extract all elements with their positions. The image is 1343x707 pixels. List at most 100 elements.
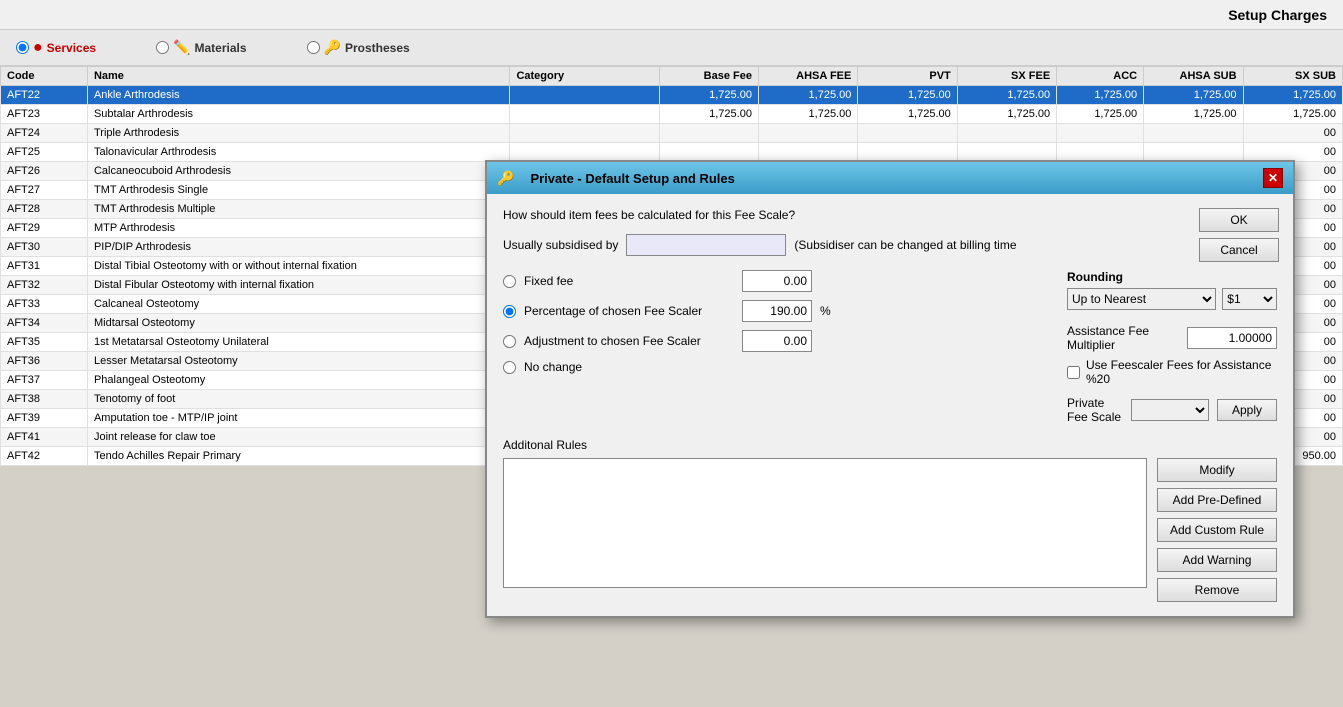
additional-rules-section: Additonal Rules Modify Add Pre-Defined A… <box>503 438 1277 602</box>
feescaler-checkbox[interactable] <box>1067 366 1080 379</box>
dialog-key-icon: 🔑 <box>497 170 514 187</box>
fee-scale-select[interactable] <box>1131 399 1209 421</box>
rounding-row: Up to Nearest Down to Nearest Round to N… <box>1067 288 1277 310</box>
table-cell: 1,725.00 <box>1243 105 1342 124</box>
table-row[interactable]: AFT25Talonavicular Arthrodesis00 <box>1 143 1343 162</box>
table-cell <box>510 86 659 105</box>
table-cell: AFT39 <box>1 409 88 428</box>
table-row[interactable]: AFT22Ankle Arthrodesis1,725.001,725.001,… <box>1 86 1343 105</box>
col-acc: ACC <box>1057 67 1144 86</box>
pct-sign: % <box>820 304 831 318</box>
assistance-input[interactable] <box>1187 327 1277 349</box>
dialog-overlay: 🔑 Private - Default Setup and Rules ✕ OK… <box>485 160 1295 618</box>
table-cell <box>1057 143 1144 162</box>
materials-radio-option[interactable]: ✏️ Materials <box>156 39 246 56</box>
table-cell: Ankle Arthrodesis <box>87 86 509 105</box>
add-predefined-button[interactable]: Add Pre-Defined <box>1157 488 1277 512</box>
adjustment-fee-radio[interactable] <box>503 335 516 348</box>
prostheses-radio-option[interactable]: 🔑 Prostheses <box>307 39 410 56</box>
table-cell: AFT31 <box>1 257 88 276</box>
table-cell <box>858 143 957 162</box>
table-cell: AFT23 <box>1 105 88 124</box>
percentage-fee-row: Percentage of chosen Fee Scaler % <box>503 300 1047 322</box>
subsidised-input[interactable] <box>626 234 786 256</box>
table-cell: 1,725.00 <box>659 86 758 105</box>
table-cell: 1,725.00 <box>758 86 857 105</box>
app-title: Setup Charges <box>1228 7 1327 23</box>
dialog-close-button[interactable]: ✕ <box>1263 168 1283 188</box>
remove-button[interactable]: Remove <box>1157 578 1277 602</box>
prostheses-radio[interactable] <box>307 41 320 54</box>
nochange-fee-row: No change <box>503 360 1047 374</box>
table-cell: AFT35 <box>1 333 88 352</box>
assistance-row: Assistance Fee Multiplier <box>1067 324 1277 352</box>
table-row[interactable]: AFT23Subtalar Arthrodesis1,725.001,725.0… <box>1 105 1343 124</box>
col-sx-sub: SX SUB <box>1243 67 1342 86</box>
col-base-fee: Base Fee <box>659 67 758 86</box>
table-cell: AFT26 <box>1 162 88 181</box>
rules-area-row: Modify Add Pre-Defined Add Custom Rule A… <box>503 458 1277 602</box>
dialog-title: Private - Default Setup and Rules <box>530 171 734 186</box>
modify-button[interactable]: Modify <box>1157 458 1277 482</box>
nochange-fee-radio[interactable] <box>503 361 516 374</box>
dialog-body: OK Cancel How should item fees be calcul… <box>487 194 1293 616</box>
table-cell: 1,725.00 <box>1243 86 1342 105</box>
percentage-fee-input[interactable] <box>742 300 812 322</box>
table-cell: 1,725.00 <box>858 86 957 105</box>
table-cell <box>858 124 957 143</box>
col-sx-fee: SX FEE <box>957 67 1056 86</box>
table-cell: TMT Arthrodesis Single <box>87 181 509 200</box>
add-custom-rule-button[interactable]: Add Custom Rule <box>1157 518 1277 542</box>
rounding-select[interactable]: Up to Nearest Down to Nearest Round to N… <box>1067 288 1216 310</box>
table-cell: AFT38 <box>1 390 88 409</box>
fee-options: Fixed fee Percentage of chosen Fee Scale… <box>503 270 1047 374</box>
add-warning-button[interactable]: Add Warning <box>1157 548 1277 572</box>
fixed-fee-input[interactable] <box>742 270 812 292</box>
checkbox-row: Use Feescaler Fees for Assistance %20 <box>1067 358 1277 386</box>
additional-rules-label: Additonal Rules <box>503 438 1277 452</box>
table-cell: 1,725.00 <box>758 105 857 124</box>
table-cell: AFT41 <box>1 428 88 447</box>
table-cell <box>1144 124 1243 143</box>
table-cell <box>659 143 758 162</box>
table-cell <box>957 124 1056 143</box>
table-cell: AFT30 <box>1 238 88 257</box>
services-radio-option[interactable]: ● Services <box>16 39 96 57</box>
materials-label: Materials <box>195 41 247 55</box>
top-bar: Setup Charges <box>0 0 1343 30</box>
adjustment-fee-label: Adjustment to chosen Fee Scaler <box>524 334 734 348</box>
subsidised-label: Usually subsidised by <box>503 238 618 252</box>
fee-scale-label: Private Fee Scale <box>1067 396 1123 424</box>
table-cell: 1,725.00 <box>957 86 1056 105</box>
materials-radio[interactable] <box>156 41 169 54</box>
fixed-fee-radio[interactable] <box>503 275 516 288</box>
apply-button[interactable]: Apply <box>1217 399 1277 421</box>
table-cell <box>1144 143 1243 162</box>
nochange-fee-label: No change <box>524 360 734 374</box>
percentage-fee-label: Percentage of chosen Fee Scaler <box>524 304 734 318</box>
cancel-button[interactable]: Cancel <box>1199 238 1279 262</box>
rules-textarea[interactable] <box>503 458 1147 588</box>
table-cell: AFT29 <box>1 219 88 238</box>
table-cell: Talonavicular Arthrodesis <box>87 143 509 162</box>
rounding-label: Rounding <box>1067 270 1277 284</box>
table-cell: AFT27 <box>1 181 88 200</box>
table-header-row: Code Name Category Base Fee AHSA FEE PVT… <box>1 67 1343 86</box>
services-radio[interactable] <box>16 41 29 54</box>
table-cell: PIP/DIP Arthrodesis <box>87 238 509 257</box>
subsidised-row: Usually subsidised by (Subsidiser can be… <box>503 234 1277 256</box>
table-cell: AFT36 <box>1 352 88 371</box>
table-cell: AFT25 <box>1 143 88 162</box>
table-cell: TMT Arthrodesis Multiple <box>87 200 509 219</box>
rounding-section: Rounding Up to Nearest Down to Nearest R… <box>1047 270 1277 424</box>
adjustment-fee-input[interactable] <box>742 330 812 352</box>
table-cell: 1,725.00 <box>1144 86 1243 105</box>
percentage-fee-radio[interactable] <box>503 305 516 318</box>
dollar-select[interactable]: $1 $5 $10 <box>1222 288 1277 310</box>
table-cell: Triple Arthrodesis <box>87 124 509 143</box>
ok-button[interactable]: OK <box>1199 208 1279 232</box>
table-row[interactable]: AFT24Triple Arthrodesis00 <box>1 124 1343 143</box>
col-code: Code <box>1 67 88 86</box>
col-category: Category <box>510 67 659 86</box>
table-cell: 1,725.00 <box>659 105 758 124</box>
